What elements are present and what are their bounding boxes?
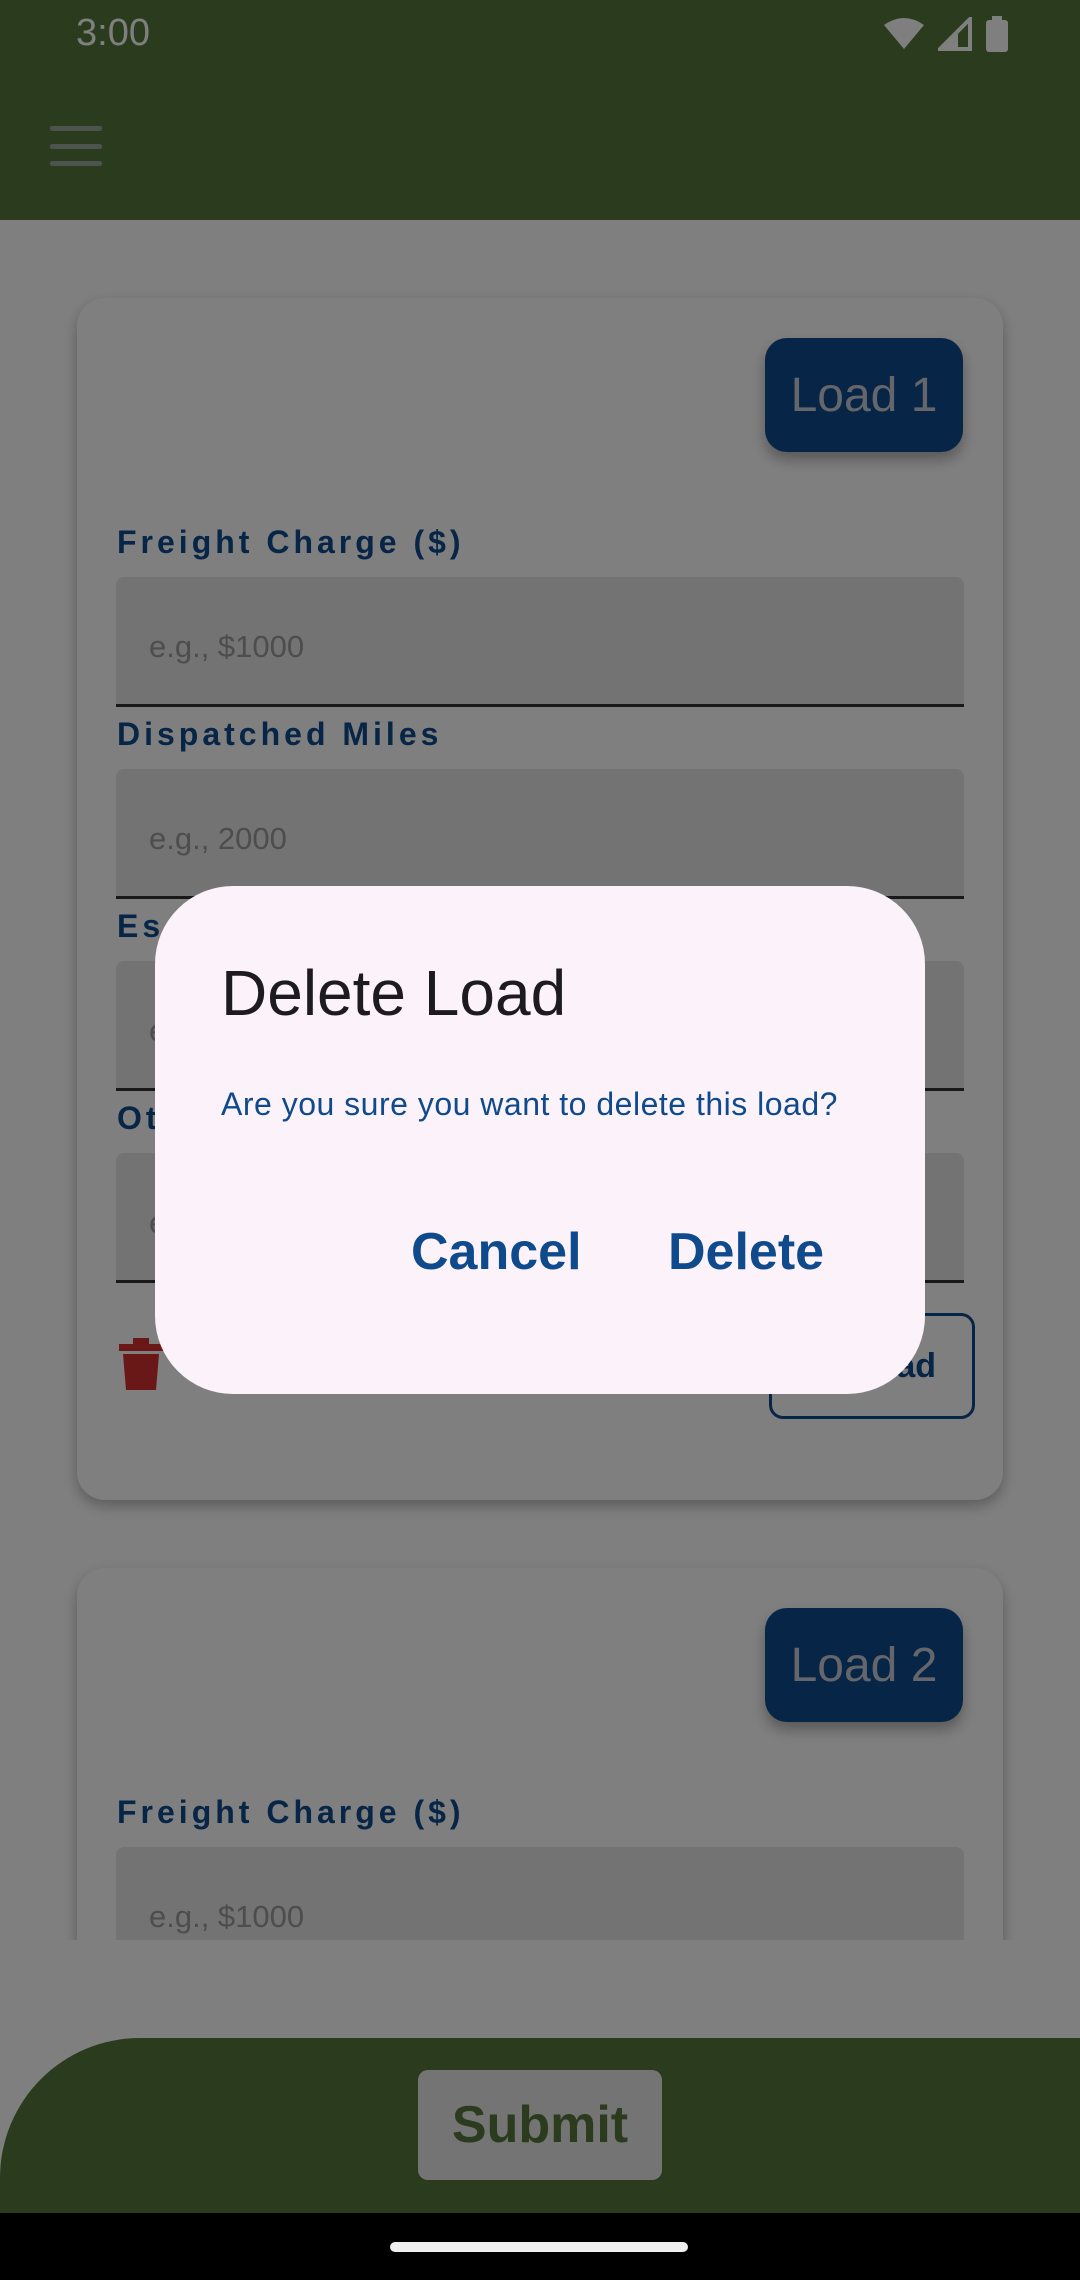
cancel-button[interactable]: Cancel: [411, 1222, 582, 1282]
navigation-bar: [0, 2213, 1080, 2280]
delete-button[interactable]: Delete: [668, 1222, 824, 1282]
dialog-title: Delete Load: [221, 957, 567, 1029]
home-gesture-handle[interactable]: [390, 2242, 688, 2252]
delete-load-dialog: Delete Load Are you sure you want to del…: [155, 886, 925, 1394]
dialog-message: Are you sure you want to delete this loa…: [221, 1086, 838, 1122]
